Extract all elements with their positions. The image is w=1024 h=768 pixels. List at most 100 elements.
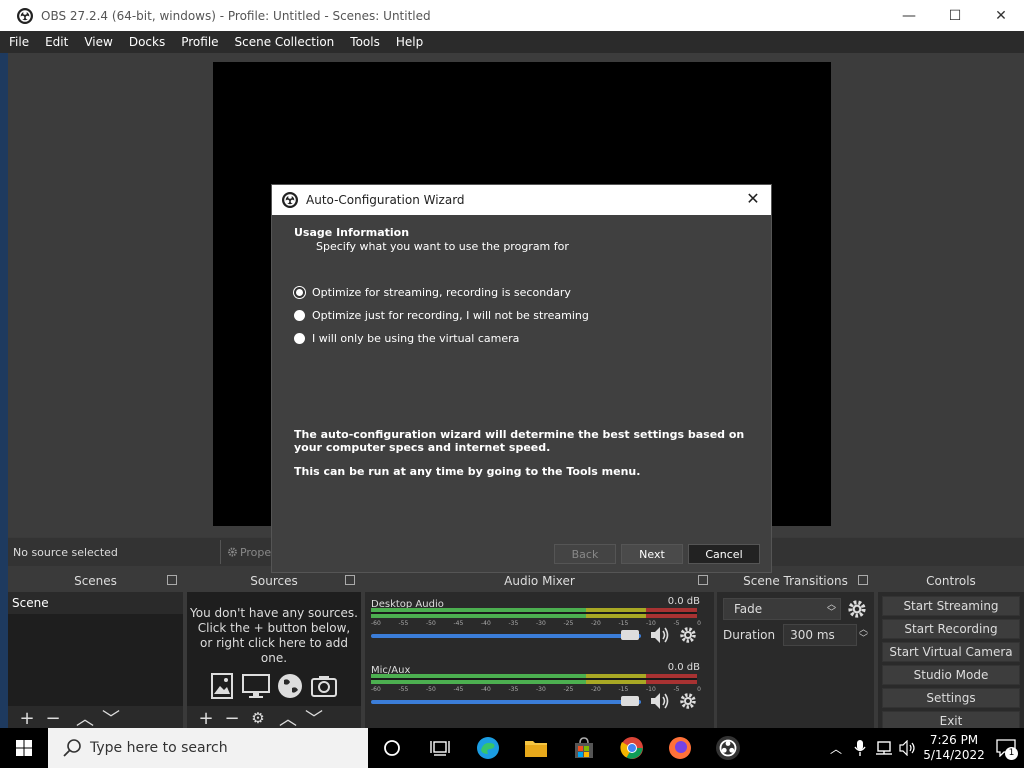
- volume-slider[interactable]: [371, 700, 641, 704]
- remove-source-button[interactable]: −: [219, 707, 245, 729]
- start-streaming-button[interactable]: Start Streaming: [882, 596, 1020, 616]
- start-virtual-camera-button[interactable]: Start Virtual Camera: [882, 642, 1020, 662]
- mixer-body: Desktop Audio 0.0 dB -60 -55 -50 -45 -40…: [365, 592, 714, 730]
- duration-input[interactable]: 300 ms: [783, 624, 857, 646]
- shopping-bag-icon: [575, 737, 593, 758]
- maximize-button[interactable]: ☐: [932, 0, 978, 31]
- settings-button[interactable]: Settings: [882, 688, 1020, 708]
- back-button[interactable]: Back: [554, 544, 616, 564]
- chrome-icon[interactable]: [608, 728, 656, 768]
- volume-slider-handle[interactable]: [621, 630, 639, 640]
- tick: -20: [591, 620, 601, 627]
- menu-bar: File Edit View Docks Profile Scene Colle…: [0, 31, 1024, 53]
- float-icon[interactable]: [167, 575, 177, 585]
- menu-edit[interactable]: Edit: [45, 35, 68, 49]
- studio-mode-button[interactable]: Studio Mode: [882, 665, 1020, 685]
- move-up-icon[interactable]: ︿: [72, 707, 98, 730]
- mixer-header: Audio Mixer: [365, 570, 714, 592]
- start-recording-button[interactable]: Start Recording: [882, 619, 1020, 639]
- controls-body: Start Streaming Start Recording Start Vi…: [878, 592, 1024, 731]
- network-glyph-icon: [876, 741, 892, 755]
- source-type-icons: [187, 672, 361, 700]
- remove-scene-button[interactable]: −: [40, 707, 66, 729]
- gear-icon[interactable]: [847, 599, 867, 619]
- task-view-glyph-icon: [430, 741, 450, 756]
- notification-icon[interactable]: 1: [988, 728, 1024, 768]
- taskbar-clock[interactable]: 7:26 PM 5/14/2022: [920, 733, 988, 763]
- menu-profile[interactable]: Profile: [181, 35, 218, 49]
- float-icon[interactable]: [345, 575, 355, 585]
- menu-tools[interactable]: Tools: [350, 35, 380, 49]
- source-settings-gear-icon[interactable]: ⚙: [245, 707, 271, 729]
- menu-view[interactable]: View: [84, 35, 112, 49]
- task-view-icon[interactable]: [416, 728, 464, 768]
- transitions-title: Scene Transitions: [743, 574, 848, 588]
- float-icon[interactable]: [698, 575, 708, 585]
- gear-icon[interactable]: [679, 692, 697, 710]
- speaker-icon[interactable]: [649, 690, 671, 712]
- tick: -40: [481, 686, 491, 693]
- close-button[interactable]: ✕: [978, 0, 1024, 31]
- edge-logo-icon: [477, 737, 499, 759]
- task-view-circle-icon[interactable]: [368, 728, 416, 768]
- add-scene-button[interactable]: +: [14, 707, 40, 729]
- menu-scene-collection[interactable]: Scene Collection: [235, 35, 335, 49]
- tick: 0: [697, 620, 701, 627]
- spinner-icon[interactable]: ︿ ﹀: [859, 626, 868, 644]
- audio-meter: [371, 608, 697, 618]
- float-icon[interactable]: [858, 575, 868, 585]
- microphone-icon[interactable]: [848, 728, 872, 768]
- option-virtual-camera[interactable]: I will only be using the virtual camera: [294, 332, 519, 345]
- sources-header: Sources: [187, 570, 361, 592]
- scenes-footer: + − ︿ ﹀: [8, 706, 183, 730]
- volume-icon[interactable]: [896, 728, 920, 768]
- folder-icon: [525, 741, 547, 757]
- transition-select[interactable]: Fade ︿ ﹀: [723, 598, 841, 620]
- firefox-icon[interactable]: [656, 728, 704, 768]
- menu-help[interactable]: Help: [396, 35, 423, 49]
- move-down-icon[interactable]: ﹀: [301, 707, 327, 730]
- option-recording[interactable]: Optimize just for recording, I will not …: [294, 309, 589, 322]
- gear-icon[interactable]: [679, 626, 697, 644]
- sources-list[interactable]: You don't have any sources. Click the + …: [187, 592, 361, 706]
- next-button[interactable]: Next: [621, 544, 683, 564]
- tick: -55: [398, 686, 409, 693]
- dialog-title: Auto-Configuration Wizard: [306, 193, 465, 207]
- search-placeholder: Type here to search: [90, 740, 228, 756]
- option-label: I will only be using the virtual camera: [312, 332, 520, 345]
- obs-logo-icon: [282, 192, 298, 208]
- store-icon[interactable]: [560, 728, 608, 768]
- tick: 0: [697, 686, 701, 693]
- duration-row: Duration 300 ms ︿ ﹀: [723, 624, 868, 646]
- scene-item[interactable]: Scene: [8, 592, 183, 614]
- radio-checked[interactable]: [294, 287, 305, 298]
- menu-file[interactable]: File: [9, 35, 29, 49]
- volume-slider-handle[interactable]: [621, 696, 639, 706]
- move-down-icon[interactable]: ﹀: [98, 707, 124, 730]
- dialog-close-icon[interactable]: ✕: [745, 191, 761, 207]
- chevron-up-icon[interactable]: ︿: [824, 728, 848, 768]
- minimize-button[interactable]: —: [886, 0, 932, 31]
- taskbar-search[interactable]: Type here to search: [48, 728, 368, 768]
- speaker-icon[interactable]: [649, 624, 671, 646]
- volume-slider[interactable]: [371, 634, 641, 638]
- move-up-icon[interactable]: ︿: [275, 707, 301, 730]
- window-titlebar: OBS 27.2.4 (64-bit, windows) - Profile: …: [0, 0, 1024, 31]
- clock-time: 7:26 PM: [929, 733, 979, 747]
- menu-docks[interactable]: Docks: [129, 35, 165, 49]
- obs-taskbar-icon[interactable]: [704, 728, 752, 768]
- windows-start-button[interactable]: [0, 728, 48, 768]
- cancel-button[interactable]: Cancel: [688, 544, 760, 564]
- scenes-dock: Scenes Scene + − ︿ ﹀: [8, 570, 183, 730]
- radio-unchecked[interactable]: [294, 333, 305, 344]
- radio-unchecked[interactable]: [294, 310, 305, 321]
- add-source-button[interactable]: +: [193, 707, 219, 729]
- edge-browser-icon[interactable]: [464, 728, 512, 768]
- option-streaming[interactable]: Optimize for streaming, recording is sec…: [294, 286, 571, 299]
- tick: -60: [371, 620, 381, 627]
- dialog-buttons: Back Next Cancel: [554, 544, 760, 564]
- tick: -25: [563, 686, 574, 693]
- file-explorer-icon[interactable]: [512, 728, 560, 768]
- transition-selected: Fade: [734, 602, 763, 616]
- network-icon[interactable]: [872, 728, 896, 768]
